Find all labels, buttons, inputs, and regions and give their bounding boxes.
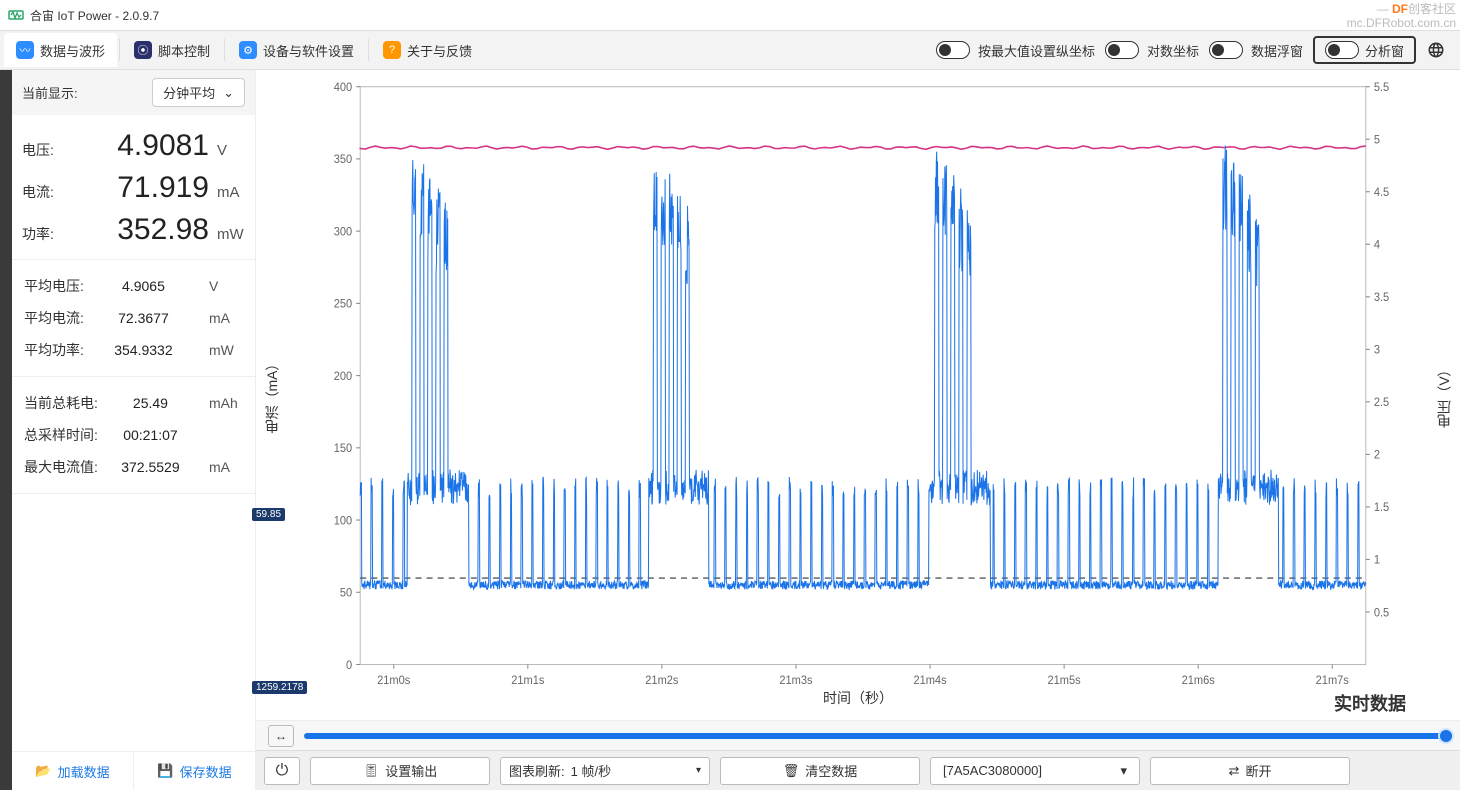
y-left-axis-label: 电流（mA） <box>262 357 282 434</box>
total-energy-row: 当前总耗电:25.49mAh <box>20 387 247 419</box>
x-axis-label: 时间（秒） <box>256 688 1460 712</box>
power-readout: 功率: 352.98 mW <box>22 213 245 247</box>
set-output-button[interactable]: 🎚 设置输出 <box>310 757 490 785</box>
main-area: 电流（mA） 电压（V） 0 50 100 150 200 250 300 350 400 0.5… <box>256 70 1460 790</box>
toggle-data-float[interactable]: 数据浮窗 <box>1209 41 1303 60</box>
power-button[interactable]: ⏻ <box>264 757 300 785</box>
svg-text:21m5s: 21m5s <box>1048 674 1081 686</box>
language-icon[interactable] <box>1422 36 1450 64</box>
tab-script-control[interactable]: ⦿ 脚本控制 <box>122 33 222 67</box>
svg-text:5.5: 5.5 <box>1374 82 1389 94</box>
svg-text:21m6s: 21m6s <box>1182 674 1215 686</box>
chart-area[interactable]: 电流（mA） 电压（V） 0 50 100 150 200 250 300 350 400 0.5… <box>256 70 1460 720</box>
svg-text:200: 200 <box>334 371 352 383</box>
bottom-bar: ⏻ 🎚 设置输出 图表刷新: 1 帧/秒 ▾ 🗑 清空数据 [7A5AC3080… <box>256 750 1460 790</box>
svg-text:4.5: 4.5 <box>1374 187 1389 199</box>
tab-about-feedback[interactable]: ? 关于与反馈 <box>371 33 484 67</box>
display-mode-select[interactable]: 分钟平均 ⌄ <box>152 78 245 107</box>
time-scrollbar[interactable] <box>304 733 1448 739</box>
refresh-rate-select[interactable]: 图表刷新: 1 帧/秒 ▾ <box>500 757 710 785</box>
analyze-window-button[interactable]: 分析窗 <box>1313 36 1416 64</box>
svg-text:3.5: 3.5 <box>1374 292 1389 304</box>
max-current-row: 最大电流值:372.5529mA <box>20 451 247 483</box>
scrollbar-thumb[interactable] <box>1438 728 1454 744</box>
folder-open-icon: 📂 <box>35 763 51 779</box>
chevron-down-icon: ▾ <box>1120 763 1127 779</box>
current-display-label: 当前显示: <box>22 83 78 102</box>
current-marker-badge: 59.85 <box>252 508 285 521</box>
tab-label: 设备与软件设置 <box>263 41 354 60</box>
svg-text:250: 250 <box>334 298 352 310</box>
clear-data-button[interactable]: 🗑 清空数据 <box>720 757 920 785</box>
app-logo-icon <box>8 7 24 23</box>
y-right-axis-label: 电压（V） <box>1434 362 1454 427</box>
avg-voltage-row: 平均电压:4.9065V <box>20 270 247 302</box>
save-data-button[interactable]: 💾 保存数据 <box>133 752 255 790</box>
svg-text:21m7s: 21m7s <box>1316 674 1349 686</box>
disconnect-button[interactable]: ⇄ 断开 <box>1150 757 1350 785</box>
toggle-ymax[interactable]: 按最大值设置纵坐标 <box>936 41 1095 60</box>
main-toolbar: 〰 数据与波形 ⦿ 脚本控制 ⚙ 设备与软件设置 ? 关于与反馈 按最大值设置纵… <box>0 30 1460 70</box>
sidebar: 当前显示: 分钟平均 ⌄ 电压: 4.9081 V 电流: 71.919 <box>12 70 256 790</box>
realtime-tag: 实时数据 <box>1334 690 1406 716</box>
avg-power-row: 平均功率:354.9332mW <box>20 334 247 366</box>
sliders-icon: 🎚 <box>363 763 380 779</box>
current-readout: 电流: 71.919 mA <box>22 171 245 205</box>
window-title: 合宙 IoT Power - 2.0.9.7 <box>30 7 159 24</box>
svg-text:0: 0 <box>346 660 352 672</box>
display-mode-row: 当前显示: 分钟平均 ⌄ <box>12 70 255 115</box>
svg-text:300: 300 <box>334 226 352 238</box>
question-icon: ? <box>383 41 401 59</box>
svg-text:5: 5 <box>1374 134 1380 146</box>
trash-icon: 🗑 <box>783 763 800 779</box>
svg-text:350: 350 <box>334 154 352 166</box>
unplug-icon: ⇄ <box>1229 763 1240 779</box>
svg-text:50: 50 <box>340 587 352 599</box>
sample-time-row: 总采样时间:00:21:07 <box>20 419 247 451</box>
svg-text:100: 100 <box>334 515 352 527</box>
device-select[interactable]: [7A5AC3080000] ▾ <box>930 757 1140 785</box>
svg-text:4: 4 <box>1374 239 1381 251</box>
vertical-strip <box>0 70 12 790</box>
voltage-readout: 电压: 4.9081 V <box>22 129 245 163</box>
tab-label: 关于与反馈 <box>407 41 472 60</box>
tab-label: 数据与波形 <box>40 41 105 60</box>
chevron-down-icon: ▾ <box>696 765 701 776</box>
title-bar: 合宙 IoT Power - 2.0.9.7 <box>0 0 1460 30</box>
tab-data-waveform[interactable]: 〰 数据与波形 <box>4 33 117 67</box>
svg-text:150: 150 <box>334 443 352 455</box>
svg-text:400: 400 <box>334 82 352 94</box>
svg-text:21m2s: 21m2s <box>645 674 678 686</box>
svg-text:21m4s: 21m4s <box>913 674 946 686</box>
avg-current-row: 平均电流:72.3677mA <box>20 302 247 334</box>
svg-text:1.5: 1.5 <box>1374 502 1389 514</box>
svg-text:21m3s: 21m3s <box>779 674 812 686</box>
gear-icon: ⚙ <box>239 41 257 59</box>
svg-text:1: 1 <box>1374 554 1380 566</box>
svg-text:3: 3 <box>1374 344 1380 356</box>
script-icon: ⦿ <box>134 41 152 59</box>
svg-text:2.5: 2.5 <box>1374 397 1389 409</box>
svg-text:21m1s: 21m1s <box>511 674 544 686</box>
waveform-icon: 〰 <box>16 41 34 59</box>
svg-text:0.5: 0.5 <box>1374 607 1389 619</box>
toggle-log-scale[interactable]: 对数坐标 <box>1105 41 1199 60</box>
tab-label: 脚本控制 <box>158 41 210 60</box>
chart-svg: 0 50 100 150 200 250 300 350 400 0.5 1 1.5 2 2.5 3 3.5 4… <box>320 76 1406 718</box>
svg-text:21m0s: 21m0s <box>377 674 410 686</box>
load-data-button[interactable]: 📂 加载数据 <box>12 752 133 790</box>
fit-horizontal-button[interactable]: ↔ <box>268 725 294 747</box>
save-icon: 💾 <box>157 763 173 779</box>
svg-text:2: 2 <box>1374 449 1380 461</box>
chevron-down-icon: ⌄ <box>223 85 234 101</box>
tab-device-settings[interactable]: ⚙ 设备与软件设置 <box>227 33 366 67</box>
